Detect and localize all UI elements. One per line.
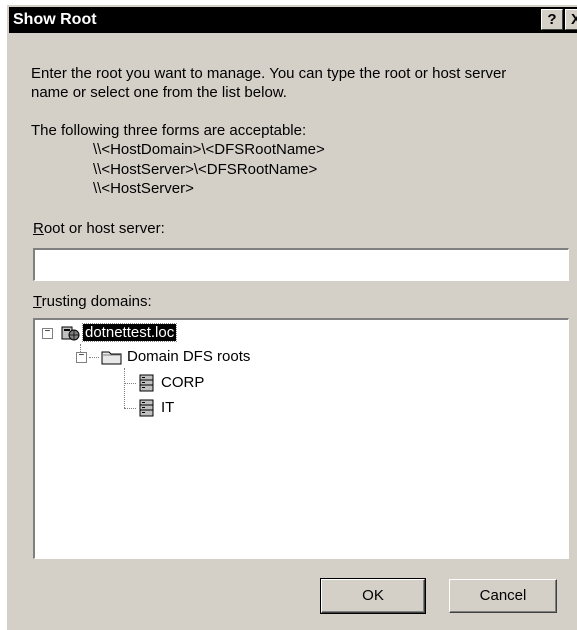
root-field-label-text: oot or host server: <box>43 220 165 237</box>
tree-line <box>124 408 136 409</box>
domain-icon <box>60 323 80 348</box>
tree-line <box>124 368 125 408</box>
close-button[interactable]: X <box>565 9 577 30</box>
folder-icon <box>101 348 123 371</box>
cancel-button[interactable]: Cancel <box>449 579 557 613</box>
root-field-label: Root or host server: <box>33 220 165 237</box>
instruction-line-2: name or select one from the list below. <box>31 84 287 101</box>
title-bar[interactable]: Show Root ? X <box>9 7 577 33</box>
domain-collapse-toggle[interactable]: − <box>42 328 53 339</box>
dialog-title: Show Root <box>13 11 97 28</box>
tree-node-it[interactable]: IT <box>159 399 176 416</box>
root-input-box[interactable] <box>33 248 569 281</box>
form-example-2: \\<HostServer>\<DFSRootName> <box>93 161 318 178</box>
trusting-domains-tree[interactable]: − dotnettest.loc − Domain DFS roots CORP… <box>33 318 569 559</box>
forms-intro: The following three forms are acceptable… <box>31 122 307 139</box>
tree-line <box>124 383 136 384</box>
form-example-3: \\<HostServer> <box>93 180 194 197</box>
tree-node-domain-dfs-roots[interactable]: Domain DFS roots <box>125 348 252 365</box>
instruction-line-1: Enter the root you want to manage. You c… <box>31 65 507 82</box>
dfs-root-icon <box>137 373 157 398</box>
trusting-domains-label-accel: T <box>33 293 42 310</box>
ok-button[interactable]: OK <box>320 578 426 614</box>
show-root-dialog: Show Root ? X Enter the root you want to… <box>6 4 577 630</box>
dfs-root-icon <box>137 398 157 423</box>
trusting-domains-label: Trusting domains: <box>33 293 152 310</box>
root-field-label-accel: R <box>33 220 44 237</box>
trusting-domains-label-text: rusting domains: <box>41 293 152 310</box>
help-button[interactable]: ? <box>541 9 563 30</box>
form-example-1: \\<HostDomain>\<DFSRootName> <box>93 141 325 158</box>
folder-collapse-toggle[interactable]: − <box>76 352 87 363</box>
root-input[interactable] <box>35 250 568 280</box>
tree-line <box>89 357 99 358</box>
tree-node-domain[interactable]: dotnettest.loc <box>81 323 178 342</box>
tree-node-corp[interactable]: CORP <box>159 374 206 391</box>
